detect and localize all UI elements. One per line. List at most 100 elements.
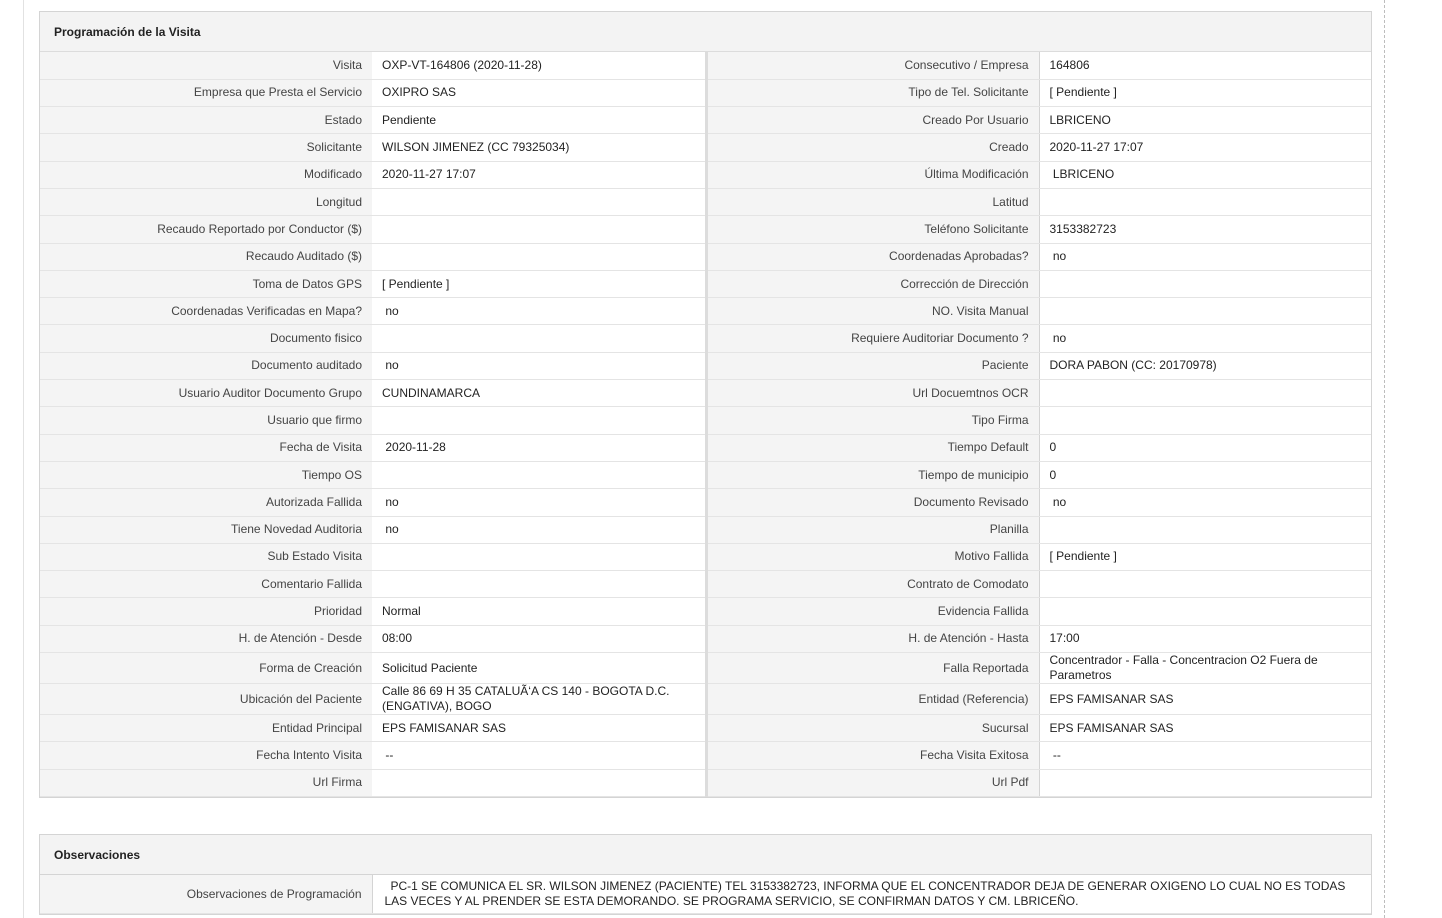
observations-title: Observaciones <box>40 835 1371 875</box>
field-label: Tiene Novedad Auditoria <box>40 516 372 544</box>
field-label: Tiempo de municipio <box>704 461 1039 490</box>
field-value: Concentrador - Falla - Concentracion O2 … <box>1038 652 1371 685</box>
field-label: Recaudo Reportado por Conductor ($) <box>40 215 372 244</box>
field-label: Última Modificación <box>704 161 1039 189</box>
field-value: 2020-11-27 17:07 <box>372 161 707 189</box>
field-label: Tiempo OS <box>40 461 372 490</box>
field-label: Tipo de Tel. Solicitante <box>704 79 1039 108</box>
field-label: Url Firma <box>40 769 372 797</box>
field-label: Sub Estado Visita <box>40 543 372 572</box>
field-label: H. de Atención - Desde <box>40 625 372 654</box>
field-value: CUNDINAMARCA <box>372 379 707 408</box>
field-value <box>372 461 707 490</box>
field-value: no <box>1038 324 1371 353</box>
field-value <box>1038 597 1371 626</box>
field-value: OXP-VT-164806 (2020-11-28) <box>372 52 707 80</box>
field-label: Coordenadas Verificadas en Mapa? <box>40 297 372 326</box>
table-row: Documento auditado no Paciente DORA PABON … <box>40 352 1371 381</box>
table-row: Recaudo Auditado ($) Coordenadas Aprobada… <box>40 243 1371 271</box>
table-row: Autorizada Fallida no Documento Revisado … <box>40 488 1371 517</box>
field-value: Pendiente <box>372 106 707 135</box>
observations-table: Observaciones de Programación PC-1 SE CO… <box>40 875 1371 914</box>
field-label: Url Docuemtnos OCR <box>704 379 1039 408</box>
field-value: EPS FAMISANAR SAS <box>1038 683 1371 716</box>
table-row: H. de Atención - Desde 08:00 H. de Atenció… <box>40 625 1371 654</box>
field-value: 2020-11-28 <box>372 434 707 462</box>
field-value: LBRICENO <box>1038 106 1371 135</box>
table-row: Prioridad Normal Evidencia Fallida <box>40 597 1371 626</box>
table-row: Solicitante WILSON JIMENEZ (CC 79325034) C… <box>40 133 1371 162</box>
field-value: 17:00 <box>1038 625 1371 654</box>
field-label: Motivo Fallida <box>704 543 1039 572</box>
field-label: Forma de Creación <box>40 652 372 685</box>
table-row: Usuario Auditor Documento Grupo CUNDINAMA… <box>40 379 1371 408</box>
field-value <box>372 243 707 271</box>
field-label: Planilla <box>704 516 1039 544</box>
field-value <box>372 215 707 244</box>
table-row: Coordenadas Verificadas en Mapa? no NO. V… <box>40 297 1371 326</box>
field-label: Corrección de Dirección <box>704 270 1039 299</box>
field-value: no <box>372 352 707 381</box>
field-label: H. de Atención - Hasta <box>704 625 1039 654</box>
table-row: Comentario Fallida Contrato de Comodato <box>40 570 1371 599</box>
field-value: no <box>372 516 707 544</box>
field-value: LBRICENO <box>1038 161 1371 189</box>
field-value: OXIPRO SAS <box>372 79 707 108</box>
field-value: -- <box>372 741 707 770</box>
field-label: Usuario que firmo <box>40 406 372 435</box>
table-row: Empresa que Presta el Servicio OXIPRO SAS… <box>40 79 1371 108</box>
field-value: [ Pendiente ] <box>1038 543 1371 572</box>
table-row: Documento fisico Requiere Auditoriar Docu… <box>40 324 1371 353</box>
field-label: Paciente <box>704 352 1039 381</box>
field-label: Documento fisico <box>40 324 372 353</box>
table-row: Url Firma Url Pdf <box>40 769 1371 797</box>
table-row: Toma de Datos GPS[ Pendiente ] Corrección… <box>40 270 1371 299</box>
field-label: Sucursal <box>704 714 1039 743</box>
observations-text: PC-1 SE COMUNICA EL SR. WILSON JIMENEZ (… <box>384 879 1349 908</box>
field-value <box>1038 516 1371 544</box>
field-value: Normal <box>372 597 707 626</box>
field-label: Documento auditado <box>40 352 372 381</box>
field-value <box>1038 188 1371 217</box>
field-label: Creado Por Usuario <box>704 106 1039 135</box>
field-label: Entidad (Referencia) <box>704 683 1039 716</box>
field-value: 0 <box>1038 461 1371 490</box>
table-row: Usuario que firmo Tipo Firma <box>40 406 1371 435</box>
field-value: 08:00 <box>372 625 707 654</box>
field-label: Fecha Visita Exitosa <box>704 741 1039 770</box>
field-value: no <box>1038 488 1371 517</box>
field-value: DORA PABON (CC: 20170978) <box>1038 352 1371 381</box>
field-label: Solicitante <box>40 133 372 162</box>
field-label: Teléfono Solicitante <box>704 215 1039 244</box>
field-value <box>372 188 707 217</box>
field-value <box>372 570 707 599</box>
table-row: Fecha Intento Visita -- Fecha Visita Exit… <box>40 741 1371 770</box>
field-value: [ Pendiente ] <box>372 270 707 299</box>
field-label: Ubicación del Paciente <box>40 683 372 716</box>
field-label: NO. Visita Manual <box>704 297 1039 326</box>
field-label: Comentario Fallida <box>40 570 372 599</box>
field-value <box>1038 570 1371 599</box>
field-label: Fecha Intento Visita <box>40 741 372 770</box>
field-value: 0 <box>1038 434 1371 462</box>
field-value: no <box>1038 243 1371 271</box>
field-label: Requiere Auditoriar Documento ? <box>704 324 1039 353</box>
field-label: Estado <box>40 106 372 135</box>
field-value: WILSON JIMENEZ (CC 79325034) <box>372 133 707 162</box>
field-label: Longitud <box>40 188 372 217</box>
table-row: Entidad Principal EPS FAMISANAR SAS Sucurs… <box>40 714 1371 743</box>
field-label: Recaudo Auditado ($) <box>40 243 372 271</box>
field-label: Prioridad <box>40 597 372 626</box>
field-label: Falla Reportada <box>704 652 1039 685</box>
field-value: 164806 <box>1038 52 1371 80</box>
observations-panel: Observaciones Observaciones de Programac… <box>39 834 1372 915</box>
field-label: Documento Revisado <box>704 488 1039 517</box>
table-row: Fecha de Visita 2020-11-28 Tiempo Default… <box>40 434 1371 462</box>
field-label: Fecha de Visita <box>40 434 372 462</box>
field-value <box>372 769 707 797</box>
field-label: Autorizada Fallida <box>40 488 372 517</box>
table-row: Observaciones de Programación PC-1 SE CO… <box>40 875 1371 914</box>
field-value: no <box>372 488 707 517</box>
table-row: Modificado 2020-11-27 17:07 Última Modific… <box>40 161 1371 189</box>
field-label: Modificado <box>40 161 372 189</box>
